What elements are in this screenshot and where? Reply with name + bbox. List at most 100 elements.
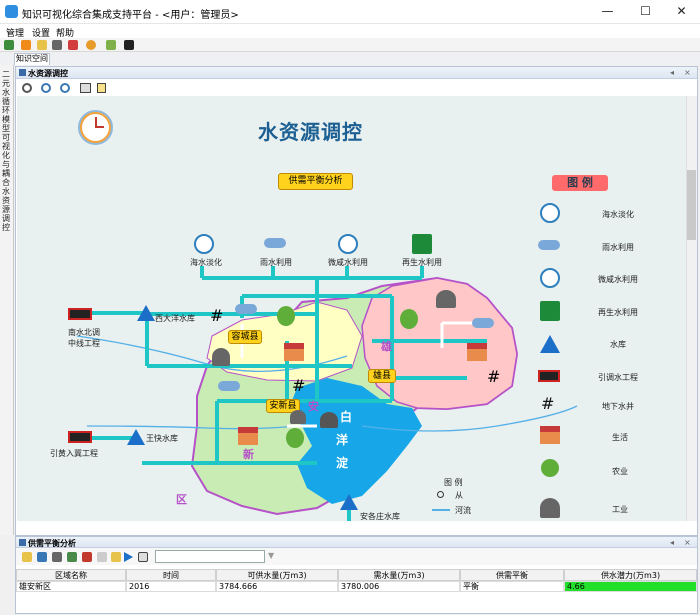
rainwater-icon [472,318,494,328]
rainwater-icon [538,240,560,250]
column-header[interactable]: 需水量(万m3) [338,569,460,581]
residential-icon [467,343,487,361]
desalination-icon [540,203,560,223]
map-canvas [17,96,686,521]
column-header[interactable]: 供需平衡 [460,569,564,581]
source-label-rainwater: 雨水利用 [260,258,292,267]
panel-close-button[interactable]: × [684,68,691,77]
folder-icon[interactable] [111,552,121,562]
tag-icon[interactable] [68,40,78,50]
play-icon[interactable] [124,552,133,562]
export-icon[interactable] [97,83,106,93]
bottom-panel-close-button[interactable]: × [684,538,691,547]
window-title: 知识可视化综合集成支持平台 - <用户：管理员> [22,10,239,21]
inner-legend-title: 图 例 [444,478,463,487]
column-header[interactable]: 时间 [126,569,216,581]
reservoir-wangkuai-icon [127,429,145,445]
close-button[interactable]: ✕ [664,0,699,24]
folder-icon[interactable] [37,40,47,50]
maximize-button[interactable]: ☐ [628,0,663,24]
county-rongcheng-label[interactable]: 容城县 [228,330,262,344]
industry-icon [212,348,230,366]
map-vertical-scrollbar[interactable] [686,96,697,521]
home-icon[interactable] [4,40,14,50]
bottom-panel-header [16,537,697,548]
plugin-icon[interactable] [106,40,116,50]
print-icon[interactable] [138,552,148,562]
county-xiongxian-label[interactable]: 雄县 [368,369,396,383]
panel-header [16,67,697,79]
zoom-in-icon[interactable] [41,83,51,93]
inner-legend-point-icon [437,491,444,498]
column-header[interactable]: 区域名称 [16,569,126,581]
cell-time[interactable]: 2016 [126,581,216,592]
lock-icon[interactable] [52,40,62,50]
bottom-panel-icon [19,539,26,546]
reservoir-angezhuang-label: 安各庄水库 [360,512,400,521]
supply-demand-analysis-button[interactable]: 供需平衡分析 [278,173,353,190]
rss-icon[interactable] [21,40,31,50]
map-scroll-thumb[interactable] [687,170,696,240]
media-icon[interactable] [124,40,134,50]
save-icon[interactable] [37,552,47,562]
groundwater-well-icon: # [487,367,501,386]
region-char-xin: 新 [243,448,254,461]
table-icon[interactable] [67,552,77,562]
map-title: 水资源调控 [258,120,363,144]
recycled-water-icon [540,301,560,321]
industry-icon [320,412,338,428]
main-toolbar [0,38,700,52]
refresh-icon[interactable] [52,552,62,562]
diversion-nanshui-icon [68,308,92,320]
print-icon[interactable] [80,83,91,93]
bottom-search-input[interactable] [155,550,265,563]
industry-icon [290,410,306,424]
panel-title: 水资源调控 [28,69,68,78]
reservoir-xidayang-icon [137,305,155,321]
pan-icon[interactable] [22,83,32,93]
groundwater-well-icon: # [210,306,224,325]
tab-strip [0,53,700,65]
inner-legend-item: 河流 [455,506,471,515]
groundwater-well-icon: # [541,394,555,413]
rainwater-icon [218,381,240,391]
side-panel-label: 二元水循环模型可视化与耦合水资源调控 [2,70,10,232]
cell-region[interactable]: 雄安新区 [16,581,126,592]
region-char-xiong: 雄 [381,340,392,353]
legend-label-reservoir: 水库 [610,340,626,349]
cell-demand[interactable]: 3780.006 [338,581,460,592]
zoom-out-icon[interactable] [60,83,70,93]
legend-label-diversion: 引调水工程 [598,373,638,382]
tab-knowledge-space[interactable]: 知识空间 [14,53,50,65]
legend-title: 图 例 [552,175,608,191]
user-icon[interactable] [86,40,96,50]
residential-icon [540,426,560,444]
legend-label-industry: 工业 [612,505,628,514]
chevron-down-icon[interactable]: ▼ [268,551,274,560]
cell-potential[interactable]: 4.66 [564,581,697,592]
reservoir-wangkuai-label: 王快水库 [146,434,178,443]
source-label-brackish: 微咸水利用 [328,258,368,267]
copy-icon[interactable] [97,552,107,562]
residential-icon [238,427,258,445]
legend-label-well: 地下水井 [602,402,634,411]
lake-char-dian: 淀 [336,456,349,470]
column-header[interactable]: 供水潜力(万m3) [564,569,697,581]
menu-bar [0,24,700,38]
agriculture-icon [277,306,295,326]
column-header[interactable]: 可供水量(万m3) [216,569,338,581]
reservoir-angezhuang-icon [340,494,358,510]
recycled-source-icon [412,234,432,254]
minimize-button[interactable]: — [590,0,625,24]
desalination-source-icon [194,234,214,254]
inner-legend-river-line [432,509,450,511]
open-icon[interactable] [22,552,32,562]
cell-balance[interactable]: 平衡 [460,581,564,592]
diversion-yinhuang-icon [68,431,92,443]
edit-icon[interactable] [82,552,92,562]
diversion-yinhuang-label: 引黄入冀工程 [50,449,98,458]
panel-pin-button[interactable]: ◂ [670,68,674,77]
bottom-panel-pin-button[interactable]: ◂ [670,538,674,547]
legend-label-agriculture: 农业 [612,467,628,476]
cell-available-supply[interactable]: 3784.666 [216,581,338,592]
